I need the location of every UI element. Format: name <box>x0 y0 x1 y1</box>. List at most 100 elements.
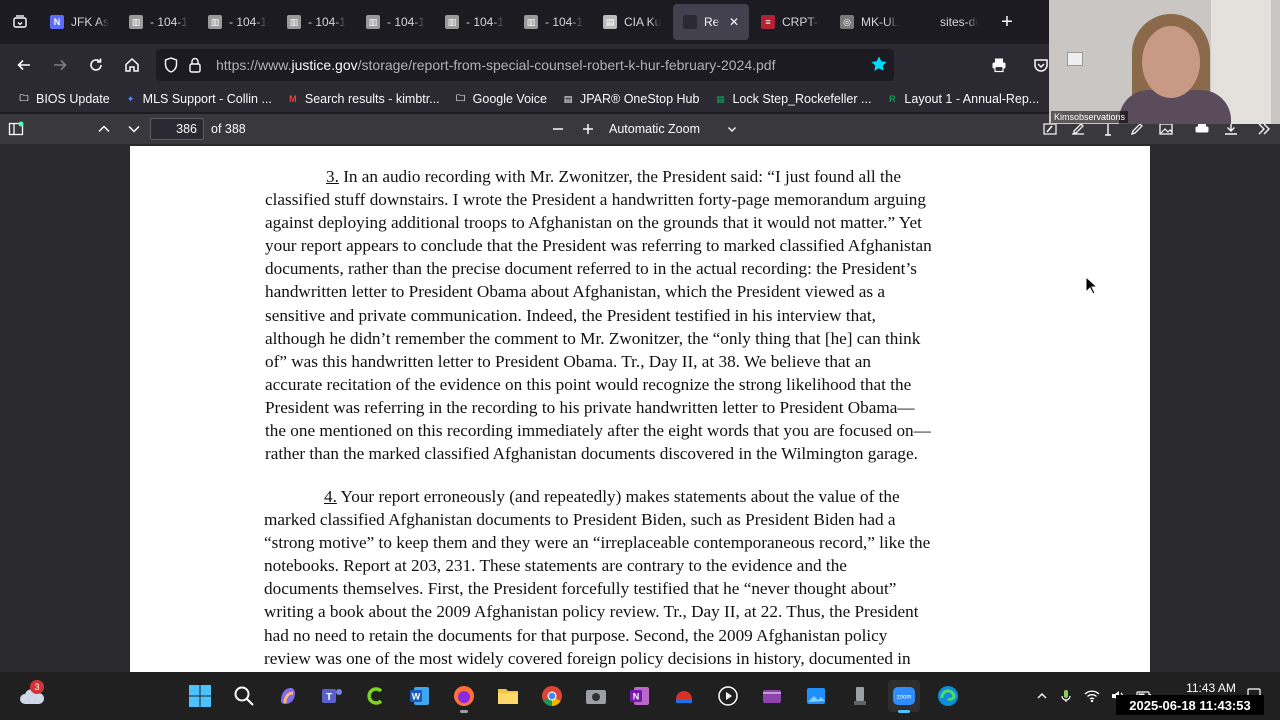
paragraph-4-number: 4. <box>324 487 337 506</box>
bookmark-item[interactable]: R Layout 1 - Annual-Rep... <box>878 87 1046 111</box>
browser-tab[interactable]: ▥ - 104-1 <box>514 4 593 40</box>
zoom-in-button[interactable] <box>574 115 602 143</box>
bookmark-star-icon[interactable] <box>870 55 888 73</box>
chrome-button[interactable] <box>536 680 568 712</box>
next-page-button[interactable] <box>120 115 148 143</box>
jpar-icon: ▤ <box>563 93 573 104</box>
tab-list-icon <box>13 15 27 28</box>
bookmark-item[interactable]: ✦ MLS Support - Collin ... <box>117 87 279 111</box>
bookmark-item[interactable]: ▤ JPAR® OneStop Hub <box>554 87 706 111</box>
reload-button[interactable] <box>79 48 113 82</box>
back-arrow-icon <box>17 59 30 71</box>
bookmark-item[interactable]: M Search results - kimbtr... <box>279 87 447 111</box>
chevron-down-icon <box>728 127 736 132</box>
camtasia-button[interactable] <box>360 680 392 712</box>
flag-icon: ≡ <box>761 15 775 29</box>
folder-icon <box>498 689 518 704</box>
onenote-icon: N <box>630 687 649 705</box>
print-button[interactable] <box>982 48 1016 82</box>
zoom-select[interactable]: Automatic Zoom <box>603 118 743 140</box>
bookmark-item[interactable]: 🗀 Google Voice <box>447 87 554 111</box>
browser-tab[interactable]: ≡ CRPT-1 <box>751 4 830 40</box>
paragraph-4: 4. Your report erroneously (and repeated… <box>264 485 1044 670</box>
mls-icon: ✦ <box>126 93 135 104</box>
browser-tab[interactable]: sites-de <box>909 4 988 40</box>
zoom-out-button[interactable] <box>544 115 572 143</box>
video-editor-icon <box>763 690 781 703</box>
edge-button[interactable] <box>932 680 964 712</box>
text-line: your report appears to conclude that the… <box>265 236 932 256</box>
paragraph-3: 3. In an audio recording with Mr. Zwonit… <box>265 165 1045 465</box>
browser-tab[interactable]: ▥ - 104-1 <box>198 4 277 40</box>
new-tab-button[interactable]: + <box>992 7 1022 37</box>
forward-button[interactable] <box>43 48 77 82</box>
bookmark-label: Lock Step_Rockefeller ... <box>732 92 872 106</box>
media-player-button[interactable] <box>712 680 744 712</box>
teams-icon: T <box>322 689 342 703</box>
tracking-protection-shield-icon[interactable] <box>164 57 178 73</box>
address-bar[interactable]: https://www.justice.gov/storage/report-f… <box>156 49 894 81</box>
tab-label: - 104-1 <box>229 15 267 29</box>
bookmark-item[interactable]: 🗀 BIOS Update <box>10 87 117 111</box>
close-tab-icon[interactable]: ✕ <box>729 15 739 29</box>
edge-icon <box>938 686 958 706</box>
text-line: Your report erroneously (and repeatedly)… <box>336 487 900 506</box>
firefox-button[interactable] <box>448 680 480 713</box>
tab-label: CRPT-1 <box>782 15 820 29</box>
url-path: /storage/report-from-special-counsel-rob… <box>357 57 776 73</box>
text-line: “strong motive” to keep them and they we… <box>264 533 931 553</box>
browser-tab[interactable]: Repo ✕ <box>673 4 749 40</box>
webcam-overlay: Kimsobservations <box>1049 0 1280 124</box>
bookmark-item[interactable]: ▦ Lock Step_Rockefeller ... <box>706 87 878 111</box>
file-explorer-button[interactable] <box>492 680 524 712</box>
bookmark-label: JPAR® OneStop Hub <box>580 92 700 106</box>
vpn-icon <box>676 691 692 703</box>
teams-button[interactable]: T <box>316 680 348 712</box>
browser-tab[interactable]: ▥ - 104-1 <box>277 4 356 40</box>
camera-icon <box>586 690 606 704</box>
text-line: marked classified Afghanistan documents … <box>264 510 896 530</box>
notion-icon: N <box>50 15 64 29</box>
page-number-input[interactable] <box>150 118 204 140</box>
previous-page-button[interactable] <box>90 115 118 143</box>
onenote-button[interactable]: N <box>624 680 656 712</box>
word-button[interactable]: W <box>404 680 436 712</box>
text-line: writing a book about the 2009 Afghanista… <box>264 602 919 622</box>
list-all-tabs-button[interactable] <box>0 0 40 44</box>
usb-device-icon <box>854 687 866 705</box>
photos-button[interactable] <box>800 680 832 712</box>
sidebar-icon <box>8 121 24 136</box>
microphone-icon[interactable] <box>1058 688 1074 704</box>
browser-tab[interactable]: ◎ MK-UL <box>830 4 909 40</box>
browser-tab[interactable]: N JFK Ass <box>40 4 119 40</box>
camera-button[interactable] <box>580 680 612 712</box>
back-button[interactable] <box>7 48 41 82</box>
webcam-name-label: Kimsobservations <box>1051 111 1129 123</box>
text-line: sensitive and private communication. Ind… <box>265 305 876 325</box>
browser-tab[interactable]: ▤ CIA Ku <box>593 4 671 40</box>
zoom-app-button[interactable]: zoom <box>888 680 920 713</box>
home-button[interactable] <box>115 48 149 82</box>
pdf-viewer[interactable]: 3. In an audio recording with Mr. Zwonit… <box>0 144 1280 672</box>
lock-icon[interactable] <box>188 57 202 73</box>
device-button[interactable] <box>844 680 876 712</box>
search-button[interactable] <box>228 680 260 712</box>
sidebar-toggle-button[interactable] <box>2 115 30 143</box>
archive-icon: ▥ <box>287 15 301 29</box>
url-text[interactable]: https://www.justice.gov/storage/report-f… <box>216 57 775 73</box>
weather-widget[interactable]: 3 <box>16 680 48 712</box>
browser-tab[interactable]: ▥ - 104-1 <box>356 4 435 40</box>
wifi-icon[interactable] <box>1084 688 1100 704</box>
start-button[interactable] <box>184 680 216 712</box>
zoom-value: Automatic Zoom <box>609 122 701 136</box>
copilot-button[interactable] <box>272 680 304 712</box>
chevron-up-icon[interactable] <box>1036 690 1048 702</box>
clipchamp-button[interactable] <box>756 680 788 712</box>
vpn-button[interactable] <box>668 680 700 712</box>
system-clock[interactable]: 11:43 AM <box>1180 681 1242 695</box>
clock-time: 11:43 AM <box>1186 681 1236 695</box>
browser-tab[interactable]: ▥ - 104-1 <box>435 4 514 40</box>
windows-taskbar: 3 T W N zoom 11:43 AM <box>0 672 1280 720</box>
tab-label: - 104-1 <box>150 15 188 29</box>
browser-tab[interactable]: ▥ - 104-1 <box>119 4 198 40</box>
